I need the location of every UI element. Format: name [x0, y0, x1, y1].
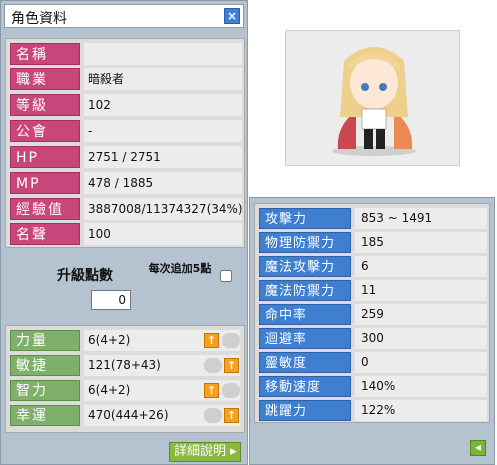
slot-indicator — [222, 383, 240, 398]
detail-row: 物理防禦力 185 — [259, 232, 487, 253]
character-portrait — [285, 30, 460, 166]
detail-value: 300 — [355, 328, 487, 349]
stat-label: 幸運 — [10, 405, 80, 426]
info-label: MP — [10, 172, 80, 194]
info-row-hp: HP 2751 / 2751 — [10, 146, 242, 168]
detail-row: 跳躍力 122% — [259, 400, 487, 421]
info-row-job: 職業 暗殺者 — [10, 68, 242, 90]
info-label: HP — [10, 146, 80, 168]
detail-label: 移動速度 — [259, 376, 351, 397]
character-info-window: 角色資料 × 名稱 職業 暗殺者 等級 102 公會 - HP 2751 / 2… — [0, 0, 248, 465]
detail-row: 靈敏度 0 — [259, 352, 487, 373]
character-sprite-icon — [332, 47, 416, 156]
info-label: 等級 — [10, 94, 80, 116]
detail-value: 6 — [355, 256, 487, 277]
basic-info-section: 名稱 職業 暗殺者 等級 102 公會 - HP 2751 / 2751 MP … — [5, 38, 245, 248]
close-icon[interactable]: × — [224, 8, 240, 24]
ability-points-section: 升級點數 0 每次追加5點 — [5, 253, 245, 319]
detail-value: 259 — [355, 304, 487, 325]
info-value: - — [84, 120, 242, 142]
detail-row: 魔法攻擊力 6 — [259, 256, 487, 277]
increase-int-button[interactable]: ↑ — [204, 383, 219, 398]
detail-value: 140% — [355, 376, 487, 397]
detail-row: 魔法防禦力 11 — [259, 280, 487, 301]
detail-label: 靈敏度 — [259, 352, 351, 373]
window-title: 角色資料 — [11, 11, 67, 27]
ability-points-value: 0 — [91, 290, 131, 310]
info-value: 3887008/11374327(34%) — [84, 198, 243, 220]
stat-label: 力量 — [10, 330, 80, 351]
detail-row: 迴避率 300 — [259, 328, 487, 349]
detail-value: 185 — [355, 232, 487, 253]
info-label: 經驗值 — [10, 198, 80, 220]
info-value: 100 — [84, 223, 242, 245]
detail-row: 攻擊力 853 ~ 1491 — [259, 208, 487, 229]
info-value: 暗殺者 — [84, 68, 242, 90]
info-row-guild: 公會 - — [10, 120, 242, 142]
auto-assign-label: 每次追加5點 — [148, 262, 212, 275]
info-row-level: 等級 102 — [10, 94, 242, 116]
stat-label: 智力 — [10, 380, 80, 401]
info-row-mp: MP 478 / 1885 — [10, 172, 242, 194]
stat-label: 敏捷 — [10, 355, 80, 376]
detail-label: 命中率 — [259, 304, 351, 325]
title-bar[interactable]: 角色資料 × — [4, 4, 244, 28]
ability-points-label: 升級點數 — [57, 268, 113, 284]
collapse-icon[interactable]: ◂ — [470, 440, 486, 456]
info-row-fame: 名聲 100 — [10, 223, 242, 245]
info-value: 478 / 1885 — [84, 172, 242, 194]
detail-value: 122% — [355, 400, 487, 421]
increase-luk-button[interactable]: ↑ — [224, 408, 239, 423]
detail-value: 853 ~ 1491 — [355, 208, 487, 229]
slot-indicator — [204, 358, 222, 373]
detail-row: 移動速度 140% — [259, 376, 487, 397]
increase-dex-button[interactable]: ↑ — [224, 358, 239, 373]
info-value: 2751 / 2751 — [84, 146, 242, 168]
detail-label: 攻擊力 — [259, 208, 351, 229]
detail-value: 0 — [355, 352, 487, 373]
detailed-stats-window: 攻擊力 853 ~ 1491 物理防禦力 185 魔法攻擊力 6 魔法防禦力 11 命中… — [249, 197, 495, 465]
info-row-name: 名稱 — [10, 43, 242, 65]
info-value: 102 — [84, 94, 242, 116]
detail-label: 魔法防禦力 — [259, 280, 351, 301]
stat-row-str: 力量 6(4+2) ↑ — [10, 330, 240, 351]
info-label: 公會 — [10, 120, 80, 142]
info-label: 職業 — [10, 68, 80, 90]
slot-indicator — [222, 333, 240, 348]
detail-button-label: 詳細說明 — [174, 444, 227, 459]
stats-section: 力量 6(4+2) ↑ 敏捷 121(78+43) ↑ 智力 6(4+2) ↑ … — [5, 325, 245, 433]
detail-label: 迴避率 — [259, 328, 351, 349]
increase-str-button[interactable]: ↑ — [204, 333, 219, 348]
detail-row: 命中率 259 — [259, 304, 487, 325]
detailed-stats-section: 攻擊力 853 ~ 1491 物理防禦力 185 魔法攻擊力 6 魔法防禦力 11 命中… — [254, 203, 490, 423]
detail-button[interactable]: 詳細說明 ▸ — [169, 442, 241, 462]
detail-label: 物理防禦力 — [259, 232, 351, 253]
slot-indicator — [204, 408, 222, 423]
auto-assign-checkbox[interactable] — [220, 270, 232, 282]
info-value — [84, 43, 242, 65]
info-label: 名聲 — [10, 223, 80, 245]
detail-label: 魔法攻擊力 — [259, 256, 351, 277]
stat-row-luk: 幸運 470(444+26) ↑ — [10, 405, 240, 426]
detail-value: 11 — [355, 280, 487, 301]
stat-row-dex: 敏捷 121(78+43) ↑ — [10, 355, 240, 376]
info-row-exp: 經驗值 3887008/11374327(34%) — [10, 198, 243, 220]
stat-row-int: 智力 6(4+2) ↑ — [10, 380, 240, 401]
detail-label: 跳躍力 — [259, 400, 351, 421]
info-label: 名稱 — [10, 43, 80, 65]
